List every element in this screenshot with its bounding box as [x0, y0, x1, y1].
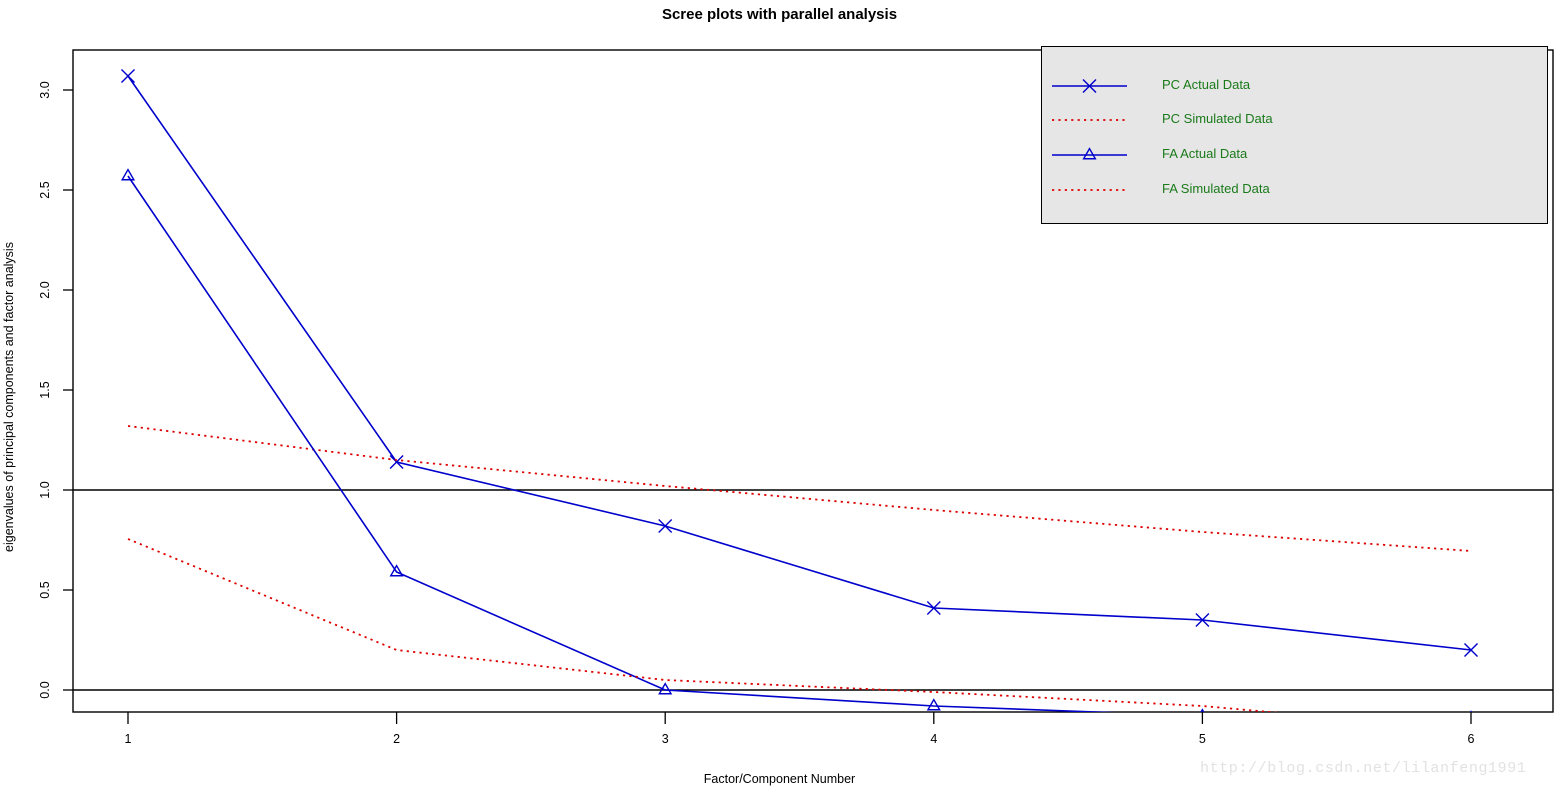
x-tick-label: 1 [124, 732, 132, 746]
y-tick-label: 1.0 [38, 481, 52, 499]
data-point-pc_actual [121, 69, 135, 83]
legend-label-fa_actual: FA Actual Data [1162, 146, 1248, 161]
reference-lines [73, 489, 1553, 691]
legend-label-pc_actual: PC Actual Data [1162, 77, 1251, 92]
data-point-pc_actual [658, 519, 673, 533]
x-tick-label: 3 [661, 732, 669, 746]
watermark: http://blog.csdn.net/lilanfeng1991 [1200, 760, 1527, 777]
legend-label-fa_simulated: FA Simulated Data [1162, 181, 1270, 196]
y-tick-label: 1.5 [38, 381, 52, 399]
x-tick-label: 6 [1467, 732, 1475, 746]
series-line-pc_simulated [127, 425, 1472, 552]
x-tick-label: 4 [930, 732, 938, 746]
x-tick-label: 5 [1198, 732, 1206, 746]
y-tick-label: 2.0 [38, 281, 52, 299]
y-tick-label: 0.5 [38, 581, 52, 599]
data-point-pc_actual [389, 455, 404, 469]
y-tick-label: 0.0 [38, 681, 52, 699]
data-point-fa_actual [120, 168, 136, 181]
y-tick-label: 3.0 [38, 81, 52, 99]
legend-label-pc_simulated: PC Simulated Data [1162, 111, 1273, 126]
x-tick-label: 2 [393, 732, 401, 746]
series-line-fa_actual [127, 175, 1117, 712]
data-point-fa_actual [926, 698, 941, 711]
legend: PC Actual Data PC Simulated Data FA Actua… [1041, 46, 1548, 224]
legend-glyphs [1052, 79, 1127, 191]
legend-marker-fa_actual [1082, 147, 1097, 160]
y-tick-label: 2.5 [38, 181, 52, 199]
scree-plot-figure: Scree plots with parallel analysis eigen… [0, 0, 1559, 794]
